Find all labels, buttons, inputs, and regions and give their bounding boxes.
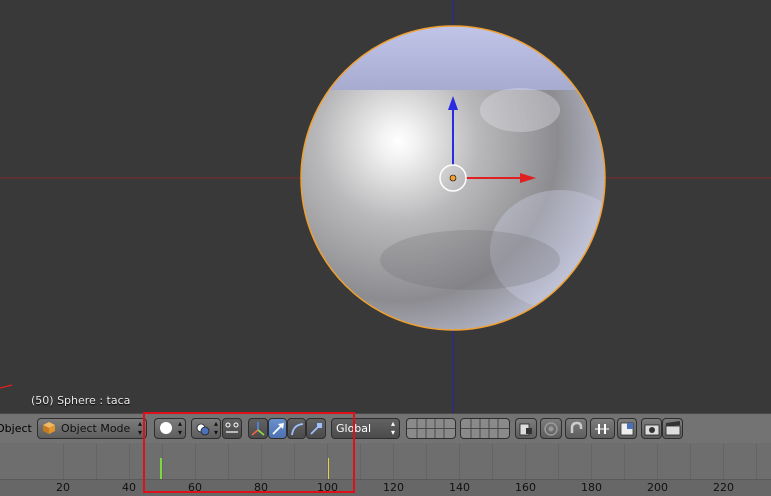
object-info-text: (50) Sphere : taca bbox=[31, 394, 131, 407]
timeline-gridline bbox=[690, 443, 691, 479]
timeline-tick-label: 40 bbox=[122, 481, 136, 494]
snap-target-button[interactable] bbox=[617, 418, 637, 439]
snap-element-icon bbox=[595, 424, 609, 434]
timeline-gridline bbox=[426, 443, 427, 479]
timeline-gridline bbox=[360, 443, 361, 479]
timeline-gridline bbox=[591, 443, 592, 479]
snap-element-dropdown[interactable] bbox=[590, 418, 615, 439]
timeline-gridline bbox=[459, 443, 460, 479]
snap-icon bbox=[570, 421, 583, 433]
lock-layers-icon bbox=[519, 423, 532, 436]
timeline-tick-label: 220 bbox=[713, 481, 734, 494]
timeline-tick-label: 160 bbox=[515, 481, 536, 494]
sphere-object[interactable] bbox=[290, 20, 630, 331]
layers-grid-1[interactable] bbox=[406, 418, 456, 439]
mode-dropdown-label: Object Mode bbox=[61, 422, 131, 435]
timeline-tick-label: 200 bbox=[647, 481, 668, 494]
object-mode-cube-icon bbox=[43, 422, 55, 434]
snap-target-icon bbox=[620, 422, 634, 436]
snap-toggle-button[interactable] bbox=[565, 418, 587, 439]
dropdown-arrows-icon: ▴ ▾ bbox=[390, 419, 395, 437]
timeline-gridline bbox=[63, 443, 64, 479]
layers-icon bbox=[461, 419, 509, 438]
timeline-gridline bbox=[96, 443, 97, 479]
timeline-gridline bbox=[492, 443, 493, 479]
layers-grid-2[interactable] bbox=[460, 418, 510, 439]
timeline-tick-label: 20 bbox=[56, 481, 70, 494]
timeline-gridline bbox=[558, 443, 559, 479]
highlight-box bbox=[143, 412, 355, 493]
axis-indicator-icon bbox=[0, 384, 13, 389]
viewport-header: Object Object Mode ▴ ▾ ▴ ▾ ▴ ▾ Global ▴ … bbox=[0, 413, 771, 443]
object-origin-dot bbox=[449, 174, 457, 182]
proportional-edit-icon bbox=[544, 422, 558, 436]
render-button[interactable] bbox=[641, 418, 662, 439]
timeline-tick-label: 120 bbox=[383, 481, 404, 494]
timeline-gridline bbox=[393, 443, 394, 479]
mode-dropdown[interactable]: Object Mode ▴ ▾ bbox=[37, 418, 147, 439]
timeline-gridline bbox=[723, 443, 724, 479]
layers-icon bbox=[407, 419, 455, 438]
editor-type-label[interactable]: Object bbox=[0, 414, 32, 444]
timeline-gridline bbox=[525, 443, 526, 479]
timeline-gridline bbox=[756, 443, 757, 479]
timeline-editor[interactable]: 20 40 60 80 100 120 140 160 180 200 220 bbox=[0, 443, 771, 496]
dropdown-arrows-icon: ▴ ▾ bbox=[137, 419, 142, 437]
timeline-tick-label: 180 bbox=[581, 481, 602, 494]
render-icon bbox=[644, 424, 660, 436]
viewport-scene bbox=[0, 0, 771, 413]
timeline-tick-label: 140 bbox=[449, 481, 470, 494]
timeline-gridline bbox=[657, 443, 658, 479]
3d-viewport[interactable]: (50) Sphere : taca bbox=[0, 0, 771, 413]
render-animation-button[interactable] bbox=[662, 418, 683, 439]
timeline-gridline bbox=[129, 443, 130, 479]
timeline-gridline bbox=[624, 443, 625, 479]
render-animation-icon bbox=[665, 421, 681, 436]
proportional-edit-button[interactable] bbox=[540, 418, 562, 439]
lock-layers-button[interactable] bbox=[515, 418, 537, 439]
